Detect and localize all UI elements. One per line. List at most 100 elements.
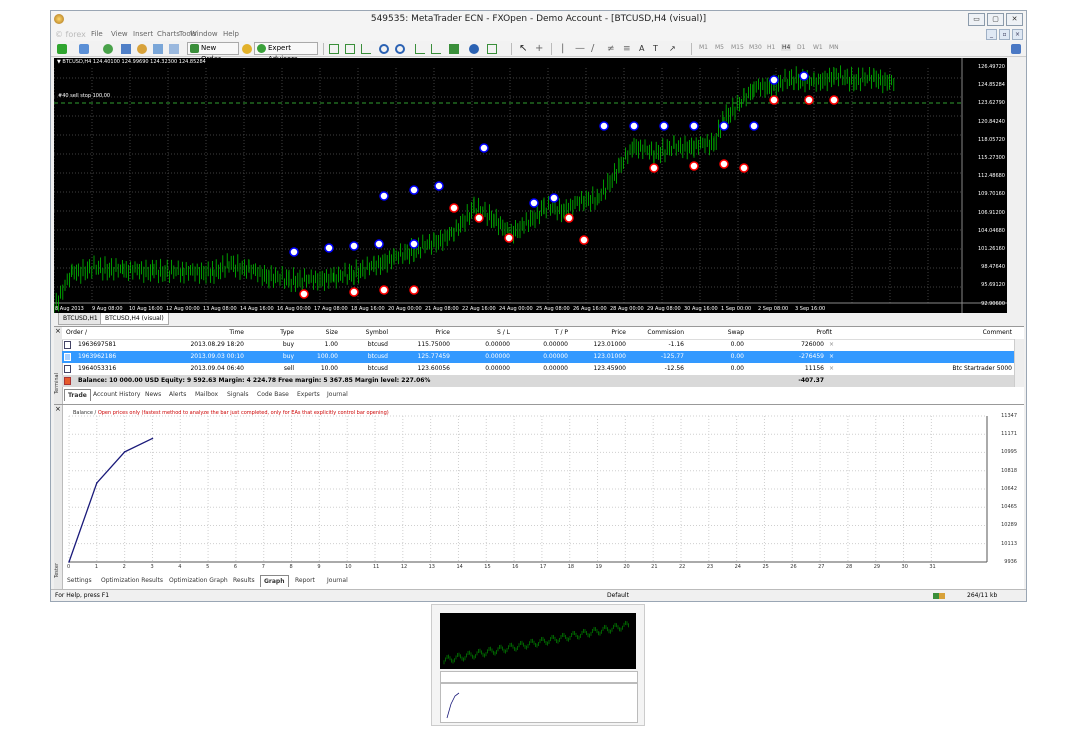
menu-charts[interactable]: Charts [157, 30, 180, 38]
tab-alerts[interactable]: Alerts [166, 389, 189, 400]
col-tp[interactable]: T / P [555, 327, 568, 339]
tab-results[interactable]: Results [230, 575, 258, 586]
tab-optimization-results[interactable]: Optimization Results [98, 575, 166, 586]
col-commission[interactable]: Commission [647, 327, 684, 339]
menu-file[interactable]: File [91, 30, 103, 38]
mdi-minimize-button[interactable]: _ [986, 29, 997, 40]
col-current-price[interactable]: Price [611, 327, 626, 339]
zoom-out-icon[interactable] [395, 44, 405, 54]
table-row[interactable]: 1963962186 2013.09.03 00:10 buy 100.00 b… [62, 351, 1014, 363]
mdi-restore-button[interactable]: ▫ [999, 29, 1010, 40]
terminal-scrollbar[interactable] [1014, 339, 1024, 387]
terminal-close-icon[interactable]: × [55, 327, 61, 335]
data-window-icon[interactable] [121, 44, 131, 54]
profiles-icon[interactable] [79, 44, 89, 54]
tester-close-icon[interactable]: × [55, 405, 61, 413]
chat-icon[interactable] [1011, 44, 1021, 54]
periods-icon[interactable] [469, 44, 479, 54]
close-order-icon[interactable]: × [829, 363, 834, 375]
col-time[interactable]: Time [229, 327, 244, 339]
graph-x-tick-label: 14 [456, 564, 463, 570]
horizontal-line-icon[interactable]: — [575, 44, 585, 54]
time-axis-label: 30 Aug 16:00 [684, 306, 718, 312]
channel-icon[interactable]: ≠ [607, 44, 617, 54]
table-row[interactable]: 1963697581 2013.08.29 18:20 buy 1.00 btc… [62, 339, 1014, 351]
tab-graph[interactable]: Graph [260, 575, 289, 587]
tab-settings[interactable]: Settings [64, 575, 95, 586]
col-profit[interactable]: Profit [816, 327, 832, 339]
timeframe-mn[interactable]: MN [829, 44, 839, 51]
menu-view[interactable]: View [111, 30, 128, 38]
market-watch-icon[interactable] [103, 44, 113, 54]
crosshair-icon[interactable]: + [535, 44, 545, 54]
timeframe-m30[interactable]: M30 [749, 44, 762, 51]
timeframe-m1[interactable]: M1 [699, 44, 708, 51]
tab-mailbox[interactable]: Mailbox [192, 389, 221, 400]
new-order-button[interactable]: New Order [187, 42, 239, 63]
tab-account-history[interactable]: Account History [90, 389, 143, 400]
menu-insert[interactable]: Insert [133, 30, 153, 38]
vertical-line-icon[interactable]: | [561, 44, 571, 54]
arrows-tool-icon[interactable]: ↗ [669, 44, 679, 54]
chart-tab-btcusd-h4-visual[interactable]: BTCUSD,H4 (visual) [100, 313, 169, 325]
chart-tab-btcusd-h1[interactable]: BTCUSD,H1 [58, 313, 103, 325]
col-sl[interactable]: S / L [497, 327, 510, 339]
graph-x-tick-label: 9 [317, 564, 321, 570]
autotrading-warning-icon[interactable] [242, 44, 252, 54]
col-symbol[interactable]: Symbol [366, 327, 388, 339]
mdi-close-button[interactable]: × [1012, 29, 1023, 40]
zoom-in-icon[interactable] [379, 44, 389, 54]
tab-trade[interactable]: Trade [64, 389, 91, 401]
indicators-icon[interactable] [449, 44, 459, 54]
col-type[interactable]: Type [280, 327, 294, 339]
text-tool-icon[interactable]: A [639, 44, 649, 54]
tab-journal[interactable]: Journal [324, 575, 351, 586]
cursor-icon[interactable]: ↖ [519, 44, 529, 54]
col-order[interactable]: Order / [66, 327, 87, 339]
timeframe-d1[interactable]: D1 [797, 44, 805, 51]
tab-experts[interactable]: Experts [294, 389, 323, 400]
line-chart-icon[interactable] [361, 44, 371, 54]
new-chart-icon[interactable] [57, 44, 67, 54]
tab-optimization-graph[interactable]: Optimization Graph [166, 575, 231, 586]
graph-y-tick-label: 10642 [1001, 485, 1017, 492]
menu-help[interactable]: Help [223, 30, 239, 38]
chart-shift-icon[interactable] [431, 44, 441, 54]
col-swap[interactable]: Swap [728, 327, 744, 339]
tab-news[interactable]: News [142, 389, 164, 400]
maximize-button[interactable]: ▢ [987, 13, 1004, 26]
col-comment[interactable]: Comment [983, 327, 1012, 339]
timeframe-h4[interactable]: H4 [781, 44, 792, 51]
terminal-icon[interactable] [153, 44, 163, 54]
minimize-button[interactable]: ▭ [968, 13, 985, 26]
tab-signals[interactable]: Signals [224, 389, 252, 400]
close-order-icon[interactable]: × [829, 339, 834, 351]
col-size[interactable]: Size [326, 327, 338, 339]
fibonacci-icon[interactable]: ≡ [623, 44, 633, 54]
trendline-icon[interactable]: / [591, 44, 601, 54]
close-button[interactable]: ✕ [1006, 13, 1023, 26]
timeframe-m15[interactable]: M15 [731, 44, 744, 51]
expert-advisors-button[interactable]: Expert Advisors [254, 42, 318, 63]
timeframe-h1[interactable]: H1 [767, 44, 775, 51]
menu-window[interactable]: Window [190, 30, 218, 38]
navigator-icon[interactable] [137, 44, 147, 54]
tab-journal[interactable]: Journal [324, 389, 351, 400]
auto-scroll-icon[interactable] [415, 44, 425, 54]
col-price[interactable]: Price [435, 327, 450, 339]
strategy-tester-icon[interactable] [169, 44, 179, 54]
price-axis-label: 109.70160 [977, 191, 1005, 198]
price-chart[interactable]: ▼ BTCUSD,H4 124.40100 124.99690 124.3230… [54, 58, 1007, 313]
templates-icon[interactable] [487, 44, 497, 54]
tab-report[interactable]: Report [292, 575, 318, 586]
bar-chart-icon[interactable] [329, 44, 339, 54]
timeframe-w1[interactable]: W1 [813, 44, 823, 51]
timeframe-m5[interactable]: M5 [715, 44, 724, 51]
table-row[interactable]: 1964053316 2013.09.04 06:40 sell 10.00 b… [62, 363, 1014, 375]
candlestick-icon[interactable] [345, 44, 355, 54]
close-order-icon[interactable]: × [829, 351, 834, 363]
thumbnail-graph [440, 683, 638, 723]
label-tool-icon[interactable]: T [653, 44, 663, 54]
tab-code-base[interactable]: Code Base [254, 389, 292, 400]
graph-legend: Balance / Open prices only (fastest meth… [73, 410, 389, 416]
